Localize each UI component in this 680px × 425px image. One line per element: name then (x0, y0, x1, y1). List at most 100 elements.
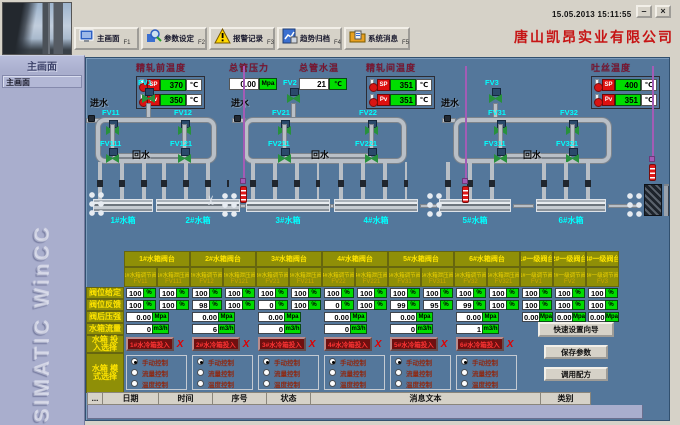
valve-feedback-value[interactable]: 95 (422, 300, 440, 310)
alarm-empty-list[interactable] (87, 405, 643, 419)
valve-group-header[interactable]: 2#水箱阀台 (190, 251, 256, 267)
value-cell[interactable]: 0 m3/h (388, 323, 454, 335)
tank-flow-value[interactable]: 0 (324, 324, 350, 334)
value-cell[interactable]: 100% (487, 287, 520, 299)
value-cell[interactable]: 100% (454, 287, 487, 299)
valve-setpoint-field[interactable]: 100 (224, 288, 242, 298)
after-valve-pressure[interactable]: 0.00 (192, 312, 218, 322)
tank-invest-button[interactable]: 3#水冷箱投入 (258, 337, 306, 351)
valve-feedback-value[interactable]: 100 (158, 300, 176, 310)
tank-flow-value[interactable]: 0 (126, 324, 152, 334)
valve-setpoint-field[interactable]: 100 (587, 288, 605, 298)
valve-feedback-value[interactable]: 99 (389, 300, 407, 310)
value-cell[interactable]: 98% (190, 299, 223, 311)
valve-FV321[interactable] (566, 148, 579, 163)
value-cell[interactable]: 100% (157, 287, 190, 299)
valve-FV221[interactable] (365, 148, 378, 163)
temp-sp-field[interactable]: 400 (615, 79, 641, 91)
mode-cell[interactable]: 手动控制 流量控制 温度控制 (190, 353, 256, 393)
value-cell[interactable]: 100% (520, 299, 553, 311)
value-cell[interactable]: 0.00 Mpa (256, 311, 322, 323)
mode-radio[interactable] (329, 380, 336, 387)
valve-group-header[interactable]: 6#水箱阀台 (454, 251, 520, 267)
value-cell[interactable]: 100% (223, 299, 256, 311)
mode-radio[interactable] (197, 380, 204, 387)
valve-FV121[interactable] (178, 148, 191, 163)
value-cell[interactable]: 100% (520, 287, 553, 299)
after-valve-pressure[interactable]: 0.00 (555, 312, 572, 322)
valve-group-header[interactable]: 3#一级阀台 (586, 251, 619, 267)
valve-feedback-value[interactable]: 100 (554, 300, 572, 310)
valve-feedback-value[interactable]: 100 (521, 300, 539, 310)
valve-feedback-value[interactable]: 100 (125, 300, 143, 310)
close-button[interactable]: × (655, 5, 671, 18)
invest-cell[interactable]: 1#水冷箱投入 X (124, 335, 190, 353)
mode-cell[interactable]: 手动控制 流量控制 温度控制 (124, 353, 190, 393)
mode-radio[interactable] (395, 358, 402, 365)
invest-cell[interactable]: 4#水冷箱投入 X (322, 335, 388, 353)
valve-setpoint-field[interactable]: 100 (125, 288, 143, 298)
invest-cell[interactable]: 2#水冷箱投入 X (190, 335, 256, 353)
invest-cell[interactable]: 6#水冷箱投入 X (454, 335, 520, 353)
valve-setpoint-field[interactable]: 100 (257, 288, 275, 298)
valve-feedback-value[interactable]: 100 (224, 300, 242, 310)
mode-radio[interactable] (329, 369, 336, 376)
valve-FV311[interactable] (494, 148, 507, 163)
row-label[interactable]: 阀位给定 (86, 287, 124, 299)
tank-flow-value[interactable]: 1 (456, 324, 482, 334)
valve-group-header[interactable]: 2#一级阀台 (553, 251, 586, 267)
value-cell[interactable]: 100% (322, 287, 355, 299)
valve-group-header[interactable]: 1#水箱阀台 (124, 251, 190, 267)
tank-invest-button[interactable]: 1#水冷箱投入 (126, 337, 174, 351)
value-cell[interactable]: 0.00 Mpa (124, 311, 190, 323)
mode-cell[interactable]: 手动控制 流量控制 温度控制 (256, 353, 322, 393)
tank-flow-value[interactable]: 0 (390, 324, 416, 334)
mode-radio[interactable] (461, 369, 468, 376)
mode-radio[interactable] (131, 380, 138, 387)
valve-feedback-value[interactable]: 98 (191, 300, 209, 310)
mode-radio[interactable] (263, 380, 270, 387)
toolbar-main-screen-button[interactable]: 主画面 F1 (74, 27, 139, 50)
valve-setpoint-field[interactable]: 100 (290, 288, 308, 298)
after-valve-pressure[interactable]: 0.00 (588, 312, 605, 322)
after-valve-pressure[interactable]: 0.00 (126, 312, 152, 322)
mode-cell[interactable]: 手动控制 流量控制 温度控制 (388, 353, 454, 393)
value-cell[interactable]: 100% (586, 287, 619, 299)
value-cell[interactable]: 100% (157, 299, 190, 311)
mode-radio[interactable] (263, 369, 270, 376)
sidebar-item-main-screen[interactable]: 主画面 (2, 75, 82, 88)
value-cell[interactable]: 100% (355, 299, 388, 311)
valve-subheader[interactable]: 2#一级调节阀 FV2 (553, 267, 586, 287)
valve-feedback-value[interactable]: 100 (488, 300, 506, 310)
valve-subheader[interactable]: 1#水箱调节阀 FV11 (124, 267, 157, 287)
value-cell[interactable]: 0 m3/h (322, 323, 388, 335)
row-label[interactable]: 阀后压强 (86, 311, 124, 323)
valve-FV3[interactable] (489, 88, 502, 103)
after-valve-pressure[interactable]: 0.00 (390, 312, 416, 322)
valve-setpoint-field[interactable]: 100 (521, 288, 539, 298)
water-tank-6[interactable] (536, 199, 606, 212)
tank-flow-value[interactable]: 6 (192, 324, 218, 334)
valve-group-header[interactable]: 4#水箱阀台 (322, 251, 388, 267)
valve-subheader[interactable]: 4#水箱调节阀 FV22 (322, 267, 355, 287)
invest-cell[interactable]: 3#水冷箱投入 X (256, 335, 322, 353)
valve-setpoint-field[interactable]: 100 (158, 288, 176, 298)
after-valve-pressure[interactable]: 0.00 (258, 312, 284, 322)
valve-subheader[interactable]: 1#水箱泄压阀 FV111 (157, 267, 190, 287)
valve-setpoint-field[interactable]: 100 (455, 288, 473, 298)
mode-radio[interactable] (131, 358, 138, 365)
temp-sp-field[interactable]: 370 (160, 79, 186, 91)
water-tank-5[interactable] (439, 199, 511, 212)
mode-radio[interactable] (263, 358, 270, 365)
value-cell[interactable]: 0.00 Mpa (454, 311, 520, 323)
value-cell[interactable]: 6 m3/h (190, 323, 256, 335)
value-cell[interactable]: 0 m3/h (256, 323, 322, 335)
mode-radio[interactable] (131, 369, 138, 376)
valve-setpoint-field[interactable]: 100 (323, 288, 341, 298)
valve-subheader[interactable]: 5#水箱泄压阀 FV311 (421, 267, 454, 287)
alarm-more-button[interactable]: ... (87, 392, 103, 405)
row-label[interactable]: 水箱流量 (86, 323, 124, 335)
valve-feedback-value[interactable]: 0 (323, 300, 341, 310)
valve-subheader[interactable]: 2#水箱泄压阀 FV121 (223, 267, 256, 287)
mode-radio[interactable] (329, 358, 336, 365)
